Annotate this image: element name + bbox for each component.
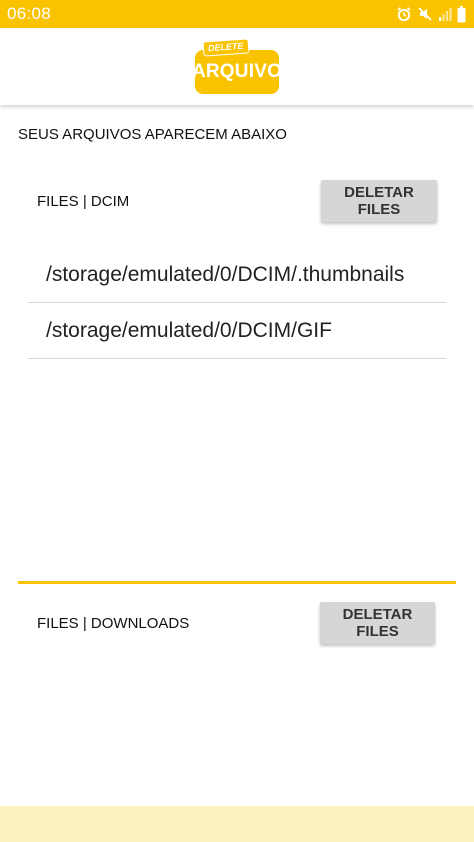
logo-tag: DELETE: [202, 38, 249, 57]
mute-icon: [417, 6, 433, 22]
intro-text: SEUS ARQUIVOS APARECEM ABAIXO: [18, 126, 287, 143]
delete-downloads-files-button[interactable]: DELETAR FILES: [320, 602, 435, 644]
battery-icon: [457, 5, 466, 23]
logo-title: ARQUIVO: [192, 50, 282, 94]
bottom-strip: [0, 806, 474, 842]
delete-dcim-files-button[interactable]: DELETAR FILES: [321, 180, 437, 222]
signal-icon: [438, 6, 452, 22]
downloads-section-label: FILES | DOWNLOADS: [37, 615, 190, 632]
section-divider: [18, 581, 456, 584]
file-item-thumbnails[interactable]: /storage/emulated/0/DCIM/.thumbnails: [28, 248, 446, 303]
screen: 06:08 DELETE ARQUIVO SEUS ARQUIVOS APARE…: [0, 0, 474, 842]
status-time: 06:08: [7, 4, 52, 23]
dcim-file-list: /storage/emulated/0/DCIM/.thumbnails /st…: [28, 248, 446, 359]
file-item-gif[interactable]: /storage/emulated/0/DCIM/GIF: [28, 303, 446, 359]
app-bar: DELETE ARQUIVO: [0, 28, 474, 105]
status-icons: [396, 5, 466, 23]
dcim-section-label: FILES | DCIM: [37, 193, 130, 210]
status-bar: 06:08: [0, 0, 474, 28]
alarm-icon: [396, 6, 412, 22]
app-logo: DELETE ARQUIVO: [192, 38, 282, 94]
